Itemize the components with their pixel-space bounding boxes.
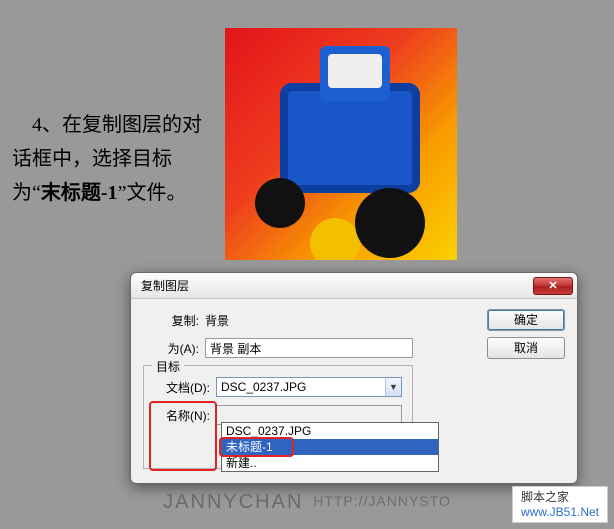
- target-fieldset: 目标 文档(D): DSC_0237.JPG ▼ 名称(N):: [143, 365, 413, 469]
- row-doc: 文档(D): DSC_0237.JPG ▼: [154, 376, 402, 398]
- row-copy: 复制: 背景: [143, 309, 413, 331]
- instruction-em: 末标题-1: [41, 182, 118, 204]
- doc-dropdown-list[interactable]: DSC_0237.JPG 未标题-1 新建..: [221, 422, 439, 472]
- as-label: 为(A):: [143, 340, 205, 357]
- doc-select[interactable]: DSC_0237.JPG ▼: [216, 377, 402, 397]
- dialog-title: 复制图层: [141, 277, 189, 294]
- form-area: 复制: 背景 为(A): 目标 文档(D): DSC_0237.JPG ▼: [143, 309, 413, 469]
- ok-button[interactable]: 确定: [487, 309, 565, 331]
- target-legend: 目标: [152, 358, 184, 375]
- corner-url: www.JB51.Net: [521, 505, 599, 519]
- instruction-after: ”文件。: [118, 182, 187, 204]
- instruction-text: 4、在复制图层的对话框中，选择目标为“末标题-1”文件。: [12, 108, 217, 210]
- name-label: 名称(N):: [154, 407, 216, 424]
- dropdown-option-2[interactable]: 新建..: [222, 455, 438, 471]
- corner-cn: 脚本之家: [521, 490, 599, 504]
- doc-label: 文档(D):: [154, 379, 216, 396]
- cancel-button[interactable]: 取消: [487, 337, 565, 359]
- close-button[interactable]: ✕: [533, 277, 573, 295]
- copy-value: 背景: [205, 312, 413, 329]
- corner-watermark: 脚本之家 www.JB51.Net: [512, 486, 608, 523]
- dropdown-option-1[interactable]: 未标题-1: [222, 439, 438, 455]
- dialog-body: 复制: 背景 为(A): 目标 文档(D): DSC_0237.JPG ▼: [131, 299, 577, 483]
- copy-label: 复制:: [143, 312, 205, 329]
- toy-photo: [225, 28, 457, 260]
- dialog-titlebar[interactable]: 复制图层 ✕: [131, 273, 577, 299]
- doc-select-value: DSC_0237.JPG: [221, 380, 306, 394]
- close-icon: ✕: [548, 279, 557, 292]
- footer-url: HTTP://JANNYSTO: [313, 493, 451, 509]
- row-as: 为(A):: [143, 337, 413, 359]
- chevron-down-icon: ▼: [385, 378, 401, 396]
- dropdown-option-0[interactable]: DSC_0237.JPG: [222, 423, 438, 439]
- footer-brand: JANNYCHAN: [163, 491, 303, 513]
- toy-photo-detail: [320, 46, 390, 101]
- as-input[interactable]: [205, 338, 413, 358]
- copy-layer-dialog: 复制图层 ✕ 复制: 背景 为(A): 目标 文档(D):: [130, 272, 578, 484]
